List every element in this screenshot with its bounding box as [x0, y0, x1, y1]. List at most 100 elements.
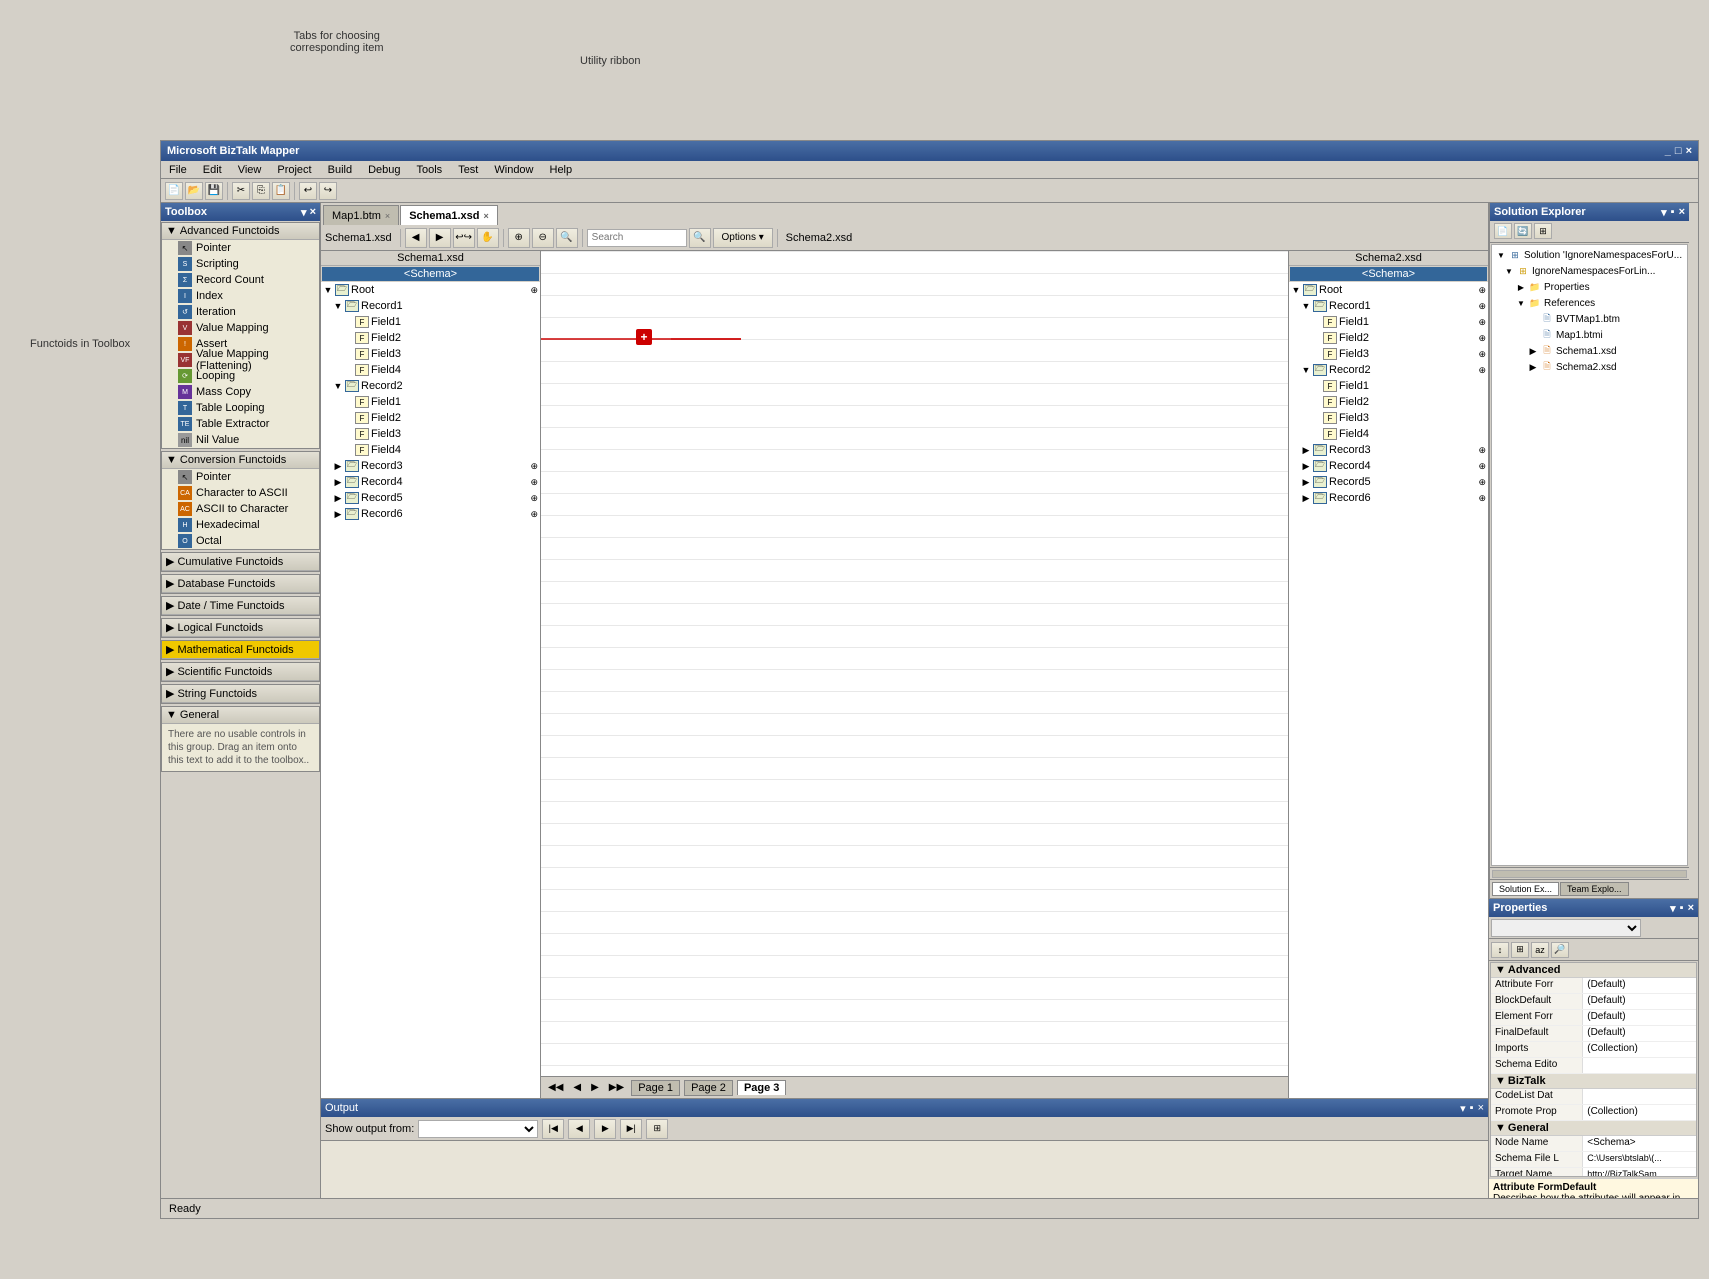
right-node-field2-r1[interactable]: F Field2 ⊕	[1309, 330, 1488, 346]
page-tab-3[interactable]: Page 3	[737, 1080, 786, 1095]
right-node-field3-r1[interactable]: F Field3 ⊕	[1309, 346, 1488, 362]
left-node-record2[interactable]: ▼ 🗁 Record2	[331, 378, 540, 394]
toolbox-item-pointer[interactable]: ↖ Pointer	[162, 240, 319, 256]
ribbon-btn2[interactable]: ▶	[429, 228, 451, 248]
left-node-record5[interactable]: ▶ 🗁 Record5 ⊕	[331, 490, 540, 506]
maximize-btn[interactable]: □	[1675, 145, 1682, 157]
tab-map1-close[interactable]: ×	[385, 211, 390, 221]
props-val-nodename[interactable]: <Schema>	[1583, 1136, 1696, 1151]
toolbox-pin-btn[interactable]: ▾	[301, 206, 307, 219]
left-node-field4-r1[interactable]: F Field4	[341, 362, 540, 378]
toolbox-item-char-ascii[interactable]: CA Character to ASCII	[162, 485, 319, 501]
menu-help[interactable]: Help	[546, 163, 577, 177]
ribbon-btn4[interactable]: ✋	[477, 228, 499, 248]
sol-tab-solution[interactable]: Solution Ex...	[1492, 882, 1559, 896]
right-node-record4[interactable]: ▶ 🗁 Record4 ⊕	[1299, 458, 1488, 474]
left-node-field4-r2[interactable]: F Field4	[341, 442, 540, 458]
output-min-btn[interactable]: ▪	[1470, 1102, 1474, 1115]
toolbar-cut-btn[interactable]: ✂	[232, 182, 250, 200]
right-node-record6[interactable]: ▶ 🗁 Record6 ⊕	[1299, 490, 1488, 506]
functoid-plus[interactable]: +	[636, 329, 652, 345]
ribbon-btn6[interactable]: ⊖	[532, 228, 554, 248]
sol-node-schema1[interactable]: ▶ 🗎 Schema1.xsd	[1494, 343, 1685, 359]
toolbar-undo-btn[interactable]: ↩	[299, 182, 317, 200]
right-node-field1-r1[interactable]: F Field1 ⊕	[1309, 314, 1488, 330]
left-node-field3-r2[interactable]: F Field3	[341, 426, 540, 442]
left-node-field2-r2[interactable]: F Field2	[341, 410, 540, 426]
props-val-elem-form[interactable]: (Default)	[1583, 1010, 1696, 1025]
toolbar-open-btn[interactable]: 📂	[185, 182, 203, 200]
toolbox-section-string-header[interactable]: ▶ String Functoids	[162, 685, 319, 703]
tab-map1[interactable]: Map1.btm ×	[323, 205, 399, 225]
ribbon-btn3[interactable]: ↩↪	[453, 228, 475, 248]
toolbox-item-table-looping[interactable]: T Table Looping	[162, 400, 319, 416]
sol-toolbar-btn3[interactable]: ⊞	[1534, 223, 1552, 239]
close-btn[interactable]: ×	[1686, 145, 1692, 157]
sol-node-properties[interactable]: ▶ 📁 Properties	[1494, 279, 1685, 295]
props-val-attr-form[interactable]: (Default)	[1583, 978, 1696, 993]
props-selector[interactable]: <Schema> Schema	[1491, 919, 1641, 937]
toolbox-section-database-header[interactable]: ▶ Database Functoids	[162, 575, 319, 593]
ribbon-btn5[interactable]: ⊕	[508, 228, 530, 248]
toolbar-paste-btn[interactable]: 📋	[272, 182, 290, 200]
output-pin-btn[interactable]: ▾	[1460, 1102, 1466, 1115]
options-btn[interactable]: Options ▾	[713, 228, 773, 248]
right-node-record3[interactable]: ▶ 🗁 Record3 ⊕	[1299, 442, 1488, 458]
menu-tools[interactable]: Tools	[413, 163, 447, 177]
left-node-field3-r1[interactable]: F Field3	[341, 346, 540, 362]
nav-first-btn[interactable]: ◀◀	[545, 1081, 566, 1094]
output-toolbar-btn1[interactable]: |◀	[542, 1119, 564, 1139]
menu-edit[interactable]: Edit	[199, 163, 226, 177]
props-val-codelist[interactable]	[1583, 1089, 1696, 1104]
menu-test[interactable]: Test	[454, 163, 482, 177]
menu-project[interactable]: Project	[273, 163, 315, 177]
left-node-record6[interactable]: ▶ 🗁 Record6 ⊕	[331, 506, 540, 522]
toolbox-item-octal[interactable]: O Octal	[162, 533, 319, 549]
toolbox-item-ascii-char[interactable]: AC ASCII to Character	[162, 501, 319, 517]
right-node-root[interactable]: ▼ 🗁 Root ⊕	[1289, 282, 1488, 298]
menu-debug[interactable]: Debug	[364, 163, 404, 177]
tab-schema1[interactable]: Schema1.xsd ×	[400, 205, 498, 225]
props-search-btn[interactable]: 🔎	[1551, 942, 1569, 958]
mapper-grid[interactable]: +	[541, 251, 1288, 1076]
toolbox-item-hex[interactable]: H Hexadecimal	[162, 517, 319, 533]
props-section-biztalk[interactable]: ▼ BizTalk	[1491, 1074, 1696, 1089]
toolbox-close-btn[interactable]: ×	[310, 206, 316, 219]
right-node-field1-r2[interactable]: F Field1	[1309, 378, 1488, 394]
props-val-schemafile[interactable]: C:\Users\btslab\(...	[1583, 1152, 1696, 1167]
toolbox-item-value-mapping-flat[interactable]: VF Value Mapping (Flattening)	[162, 352, 319, 368]
toolbox-item-iteration[interactable]: ↺ Iteration	[162, 304, 319, 320]
output-close-btn[interactable]: ×	[1478, 1102, 1484, 1115]
sol-toolbar-btn1[interactable]: 📄	[1494, 223, 1512, 239]
toolbox-item-value-mapping[interactable]: V Value Mapping	[162, 320, 319, 336]
toolbox-item-table-extractor[interactable]: TE Table Extractor	[162, 416, 319, 432]
ribbon-btn7[interactable]: 🔍	[556, 228, 578, 248]
left-node-field1-r2[interactable]: F Field1	[341, 394, 540, 410]
right-node-field3-r2[interactable]: F Field3	[1309, 410, 1488, 426]
toolbox-item-pointer2[interactable]: ↖ Pointer	[162, 469, 319, 485]
props-val-imports[interactable]: (Collection)	[1583, 1042, 1696, 1057]
toolbox-item-index[interactable]: I Index	[162, 288, 319, 304]
toolbar-new-btn[interactable]: 📄	[165, 182, 183, 200]
sol-node-map1btmi[interactable]: 🗎 Map1.btmi	[1494, 327, 1685, 343]
nav-last-btn[interactable]: ▶▶	[606, 1081, 627, 1094]
tab-schema1-close[interactable]: ×	[484, 211, 489, 221]
left-node-field1-r1[interactable]: F Field1	[341, 314, 540, 330]
page-tab-1[interactable]: Page 1	[631, 1080, 680, 1096]
sol-pin-btn[interactable]: ▾	[1661, 206, 1667, 219]
toolbox-section-logical-header[interactable]: ▶ Logical Functoids	[162, 619, 319, 637]
menu-window[interactable]: Window	[490, 163, 537, 177]
toolbox-section-datetime-header[interactable]: ▶ Date / Time Functoids	[162, 597, 319, 615]
toolbox-section-cumulative-header[interactable]: ▶ Cumulative Functoids	[162, 553, 319, 571]
page-tab-2[interactable]: Page 2	[684, 1080, 733, 1096]
output-toolbar-btn5[interactable]: ⊞	[646, 1119, 668, 1139]
ribbon-btn1[interactable]: ◀	[405, 228, 427, 248]
props-pin-btn[interactable]: ▾	[1670, 902, 1676, 915]
sol-node-project[interactable]: ▼ ⊞ IgnoreNamespacesForLin...	[1494, 263, 1685, 279]
toolbox-item-mass-copy[interactable]: M Mass Copy	[162, 384, 319, 400]
toolbox-item-record-count[interactable]: Σ Record Count	[162, 272, 319, 288]
sol-tab-team[interactable]: Team Explo...	[1560, 882, 1629, 896]
toolbox-section-scientific-header[interactable]: ▶ Scientific Functoids	[162, 663, 319, 681]
props-val-schema-editor[interactable]	[1583, 1058, 1696, 1073]
toolbox-section-conversion-header[interactable]: ▼ Conversion Functoids	[162, 452, 319, 469]
